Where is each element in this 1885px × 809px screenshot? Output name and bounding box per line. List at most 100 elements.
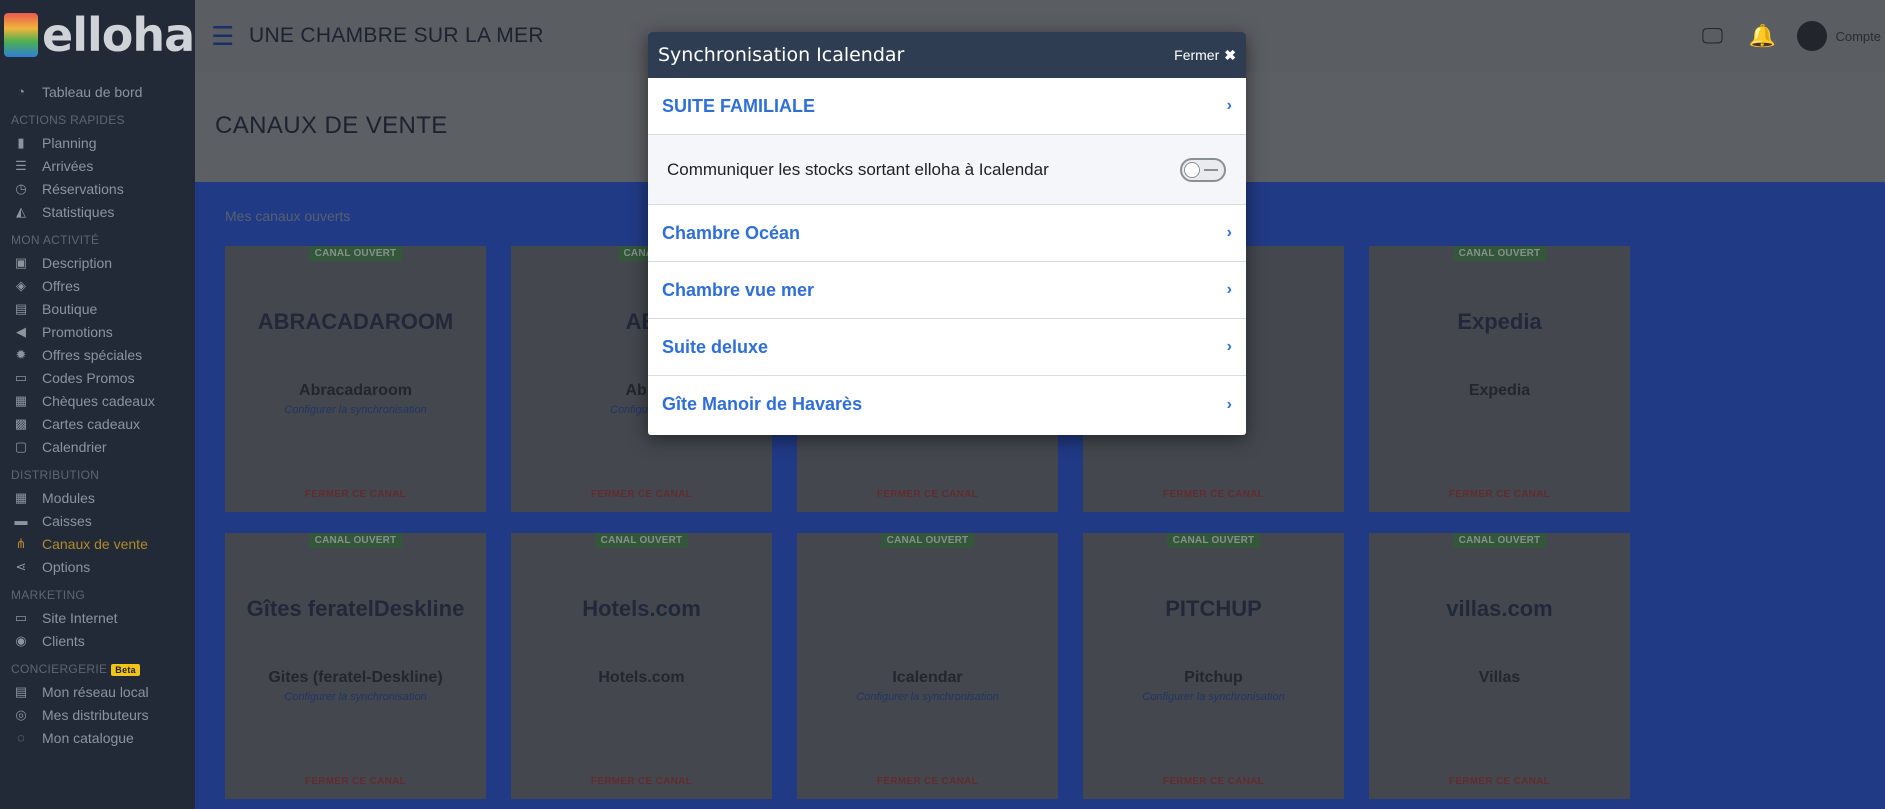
- sidebar-item-label: Offres: [42, 277, 80, 294]
- sidebar-item-label: Site Internet: [42, 609, 118, 626]
- sidebar-item-label: Planning: [42, 134, 97, 151]
- sidebar-item-mon-r-seau-local[interactable]: ▤ Mon réseau local: [0, 680, 195, 703]
- clock-icon: ◷: [15, 180, 27, 196]
- megaphone-icon: ◀: [16, 323, 26, 339]
- chevron-right-icon: ›: [1226, 395, 1232, 413]
- logo-text: elloha: [42, 8, 195, 62]
- beta-badge: Beta: [111, 664, 140, 676]
- person-badge-icon: ◎: [15, 706, 27, 722]
- sidebar-item-label: Statistiques: [42, 203, 115, 220]
- section-title-text: ACTIONS RAPIDES: [11, 113, 125, 127]
- modal-header: Synchronisation Icalendar Fermer ✖: [648, 32, 1246, 78]
- bar-chart-icon: ▮: [17, 134, 25, 150]
- sidebar-item-mes-distributeurs[interactable]: ◎ Mes distributeurs: [0, 703, 195, 726]
- page-title: CANAUX DE VENTE: [215, 112, 448, 139]
- briefcase-icon: ▣: [14, 254, 28, 270]
- sidebar-item-planning[interactable]: ▮ Planning: [0, 131, 195, 154]
- sidebar-item-statistiques[interactable]: ◭ Statistiques: [0, 200, 195, 223]
- sidebar-item-label: Cartes cadeaux: [42, 415, 141, 432]
- sidebar-item-options[interactable]: ⋖ Options: [0, 555, 195, 578]
- sidebar-item-cartes-cadeaux[interactable]: ▩ Cartes cadeaux: [0, 412, 195, 435]
- avatar[interactable]: [1797, 21, 1828, 51]
- room-label: Gîte Manoir de Havarès: [662, 394, 863, 414]
- room-row[interactable]: SUITE FAMILIALE ›: [648, 78, 1246, 135]
- room-row[interactable]: Chambre Océan ›: [648, 205, 1246, 262]
- cart-icon: ▭: [14, 369, 28, 385]
- modal-close-label: Fermer: [1174, 47, 1220, 63]
- sliders-icon: ☰: [15, 157, 27, 173]
- ticket-icon: ▦: [14, 392, 28, 408]
- sidebar-item-offres-sp-ciales[interactable]: ✹ Offres spéciales: [0, 343, 195, 366]
- sidebar-item-label: Tableau de bord: [42, 83, 143, 100]
- room-label: Chambre vue mer: [662, 279, 815, 300]
- sidebar-section-title: ACTIONS RAPIDES: [0, 103, 195, 131]
- room-row[interactable]: Chambre vue mer ›: [648, 262, 1246, 319]
- sidebar-item-offres[interactable]: ◈ Offres: [0, 274, 195, 297]
- hotel-name: UNE CHAMBRE SUR LA MER: [249, 24, 544, 47]
- sidebar-nav: ◔ Tableau de bord ACTIONS RAPIDES ▮ Planni…: [0, 70, 195, 749]
- room-row[interactable]: Gîte Manoir de Havarès ›: [648, 376, 1246, 433]
- sidebar-item-codes-promos[interactable]: ▭ Codes Promos: [0, 366, 195, 389]
- sidebar-item-label: Mes distributeurs: [42, 706, 149, 723]
- store-icon: ▤: [14, 683, 28, 699]
- sidebar-item-dashboard[interactable]: ◔ Tableau de bord: [0, 80, 195, 103]
- sidebar-item-modules[interactable]: ▦ Modules: [0, 486, 195, 509]
- sidebar-item-label: Calendrier: [42, 438, 107, 455]
- laptop-icon: ▭: [14, 609, 28, 625]
- gear-icon: ✹: [15, 346, 27, 362]
- room-label: Suite deluxe: [662, 336, 769, 357]
- sidebar-item-label: Mon catalogue: [42, 729, 134, 746]
- users-icon: ◉: [15, 632, 27, 648]
- logo-mark-icon: [4, 13, 38, 57]
- grid-icon: ▦: [14, 489, 28, 505]
- sidebar-item-ch-ques-cadeaux[interactable]: ▦ Chèques cadeaux: [0, 389, 195, 412]
- calendar-icon: ▢: [14, 438, 28, 454]
- share-icon: ⋖: [15, 558, 27, 574]
- sidebar-item-promotions[interactable]: ◀ Promotions: [0, 320, 195, 343]
- sidebar-item-calendrier[interactable]: ▢ Calendrier: [0, 435, 195, 458]
- menu-toggle-icon[interactable]: ☰: [211, 21, 239, 52]
- sidebar-item-label: Caisses: [42, 512, 92, 529]
- sidebar-item-site-internet[interactable]: ▭ Site Internet: [0, 606, 195, 629]
- sync-setting-row: Communiquer les stocks sortant elloha à …: [648, 135, 1246, 205]
- toggle-off-indicator: [1204, 168, 1218, 171]
- modal-title: Synchronisation Icalendar: [658, 44, 905, 66]
- bell-icon[interactable]: 🔔: [1747, 21, 1777, 51]
- handshake-icon: ◌: [17, 730, 25, 745]
- sidebar-section-title: MON ACTIVITÉ: [0, 223, 195, 251]
- sidebar-item-mon-catalogue[interactable]: ◌ Mon catalogue: [0, 726, 195, 749]
- sidebar-item-canaux-de-vente[interactable]: ⋔ Canaux de vente: [0, 532, 195, 555]
- logo[interactable]: elloha: [0, 0, 195, 70]
- room-label: SUITE FAMILIALE: [662, 95, 815, 116]
- section-title-text: CONCIERGERIE: [11, 662, 108, 676]
- sidebar-item-arriv-es[interactable]: ☰ Arrivées: [0, 154, 195, 177]
- sidebar-item-label: Promotions: [42, 323, 113, 340]
- dashboard-icon: ◔: [17, 84, 25, 99]
- sync-modal: Synchronisation Icalendar Fermer ✖ SUITE…: [648, 32, 1246, 435]
- account-label[interactable]: Compte: [1835, 29, 1881, 44]
- sync-toggle[interactable]: [1180, 157, 1226, 182]
- shopping-bag-icon: ▤: [14, 300, 28, 316]
- tag-icon: ◈: [16, 277, 26, 293]
- sidebar-item-caisses[interactable]: ▬ Caisses: [0, 509, 195, 532]
- sidebar-item-description[interactable]: ▣ Description: [0, 251, 195, 274]
- sidebar-item-label: Offres spéciales: [42, 346, 143, 363]
- sidebar-item-clients[interactable]: ◉ Clients: [0, 629, 195, 652]
- monitor-icon[interactable]: 🖵: [1697, 21, 1727, 51]
- sidebar-item-label: Réservations: [42, 180, 124, 197]
- toggle-knob: [1184, 161, 1200, 178]
- sidebar-item-r-servations[interactable]: ◷ Réservations: [0, 177, 195, 200]
- sidebar-item-label: Arrivées: [42, 157, 94, 174]
- chevron-right-icon: ›: [1226, 338, 1232, 355]
- sidebar-item-label: Mon réseau local: [42, 683, 149, 700]
- sidebar-item-label: Clients: [42, 632, 85, 649]
- sidebar-item-label: Codes Promos: [42, 369, 135, 386]
- sidebar-item-label: Modules: [42, 489, 95, 506]
- sidebar-item-boutique[interactable]: ▤ Boutique: [0, 297, 195, 320]
- sidebar-section-title: MARKETING: [0, 578, 195, 606]
- chevron-right-icon: ›: [1226, 281, 1232, 298]
- sidebar-item-label: Canaux de vente: [42, 535, 148, 552]
- sidebar-item-label: Options: [42, 558, 91, 575]
- room-row[interactable]: Suite deluxe ›: [648, 319, 1246, 376]
- modal-close-button[interactable]: Fermer ✖: [1174, 47, 1236, 64]
